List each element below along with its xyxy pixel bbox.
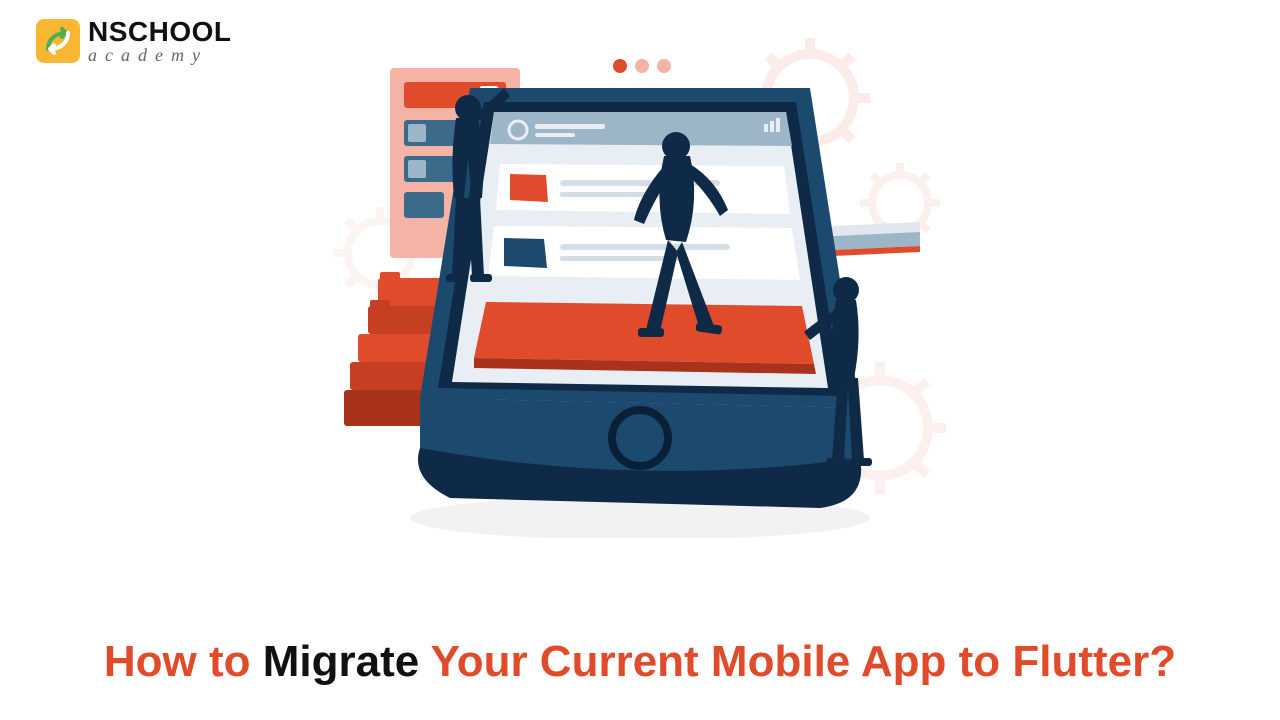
headline-part-1: How to (104, 637, 263, 686)
hero-illustration (320, 28, 960, 538)
logo-line2: academy (88, 46, 232, 64)
pager-dots-icon (613, 59, 671, 73)
brand-logo: NSCHOOL academy (36, 18, 232, 64)
logo-mark-icon (36, 19, 80, 63)
list-card-icon (488, 226, 800, 280)
headline-part-2: Migrate (263, 637, 431, 686)
logo-text: NSCHOOL academy (88, 18, 232, 64)
page-title: How to Migrate Your Current Mobile App t… (0, 633, 1280, 690)
primary-button-icon (474, 302, 816, 374)
headline-part-3: Your Current Mobile App to Flutter? (431, 637, 1177, 686)
logo-line1: NSCHOOL (88, 18, 232, 46)
